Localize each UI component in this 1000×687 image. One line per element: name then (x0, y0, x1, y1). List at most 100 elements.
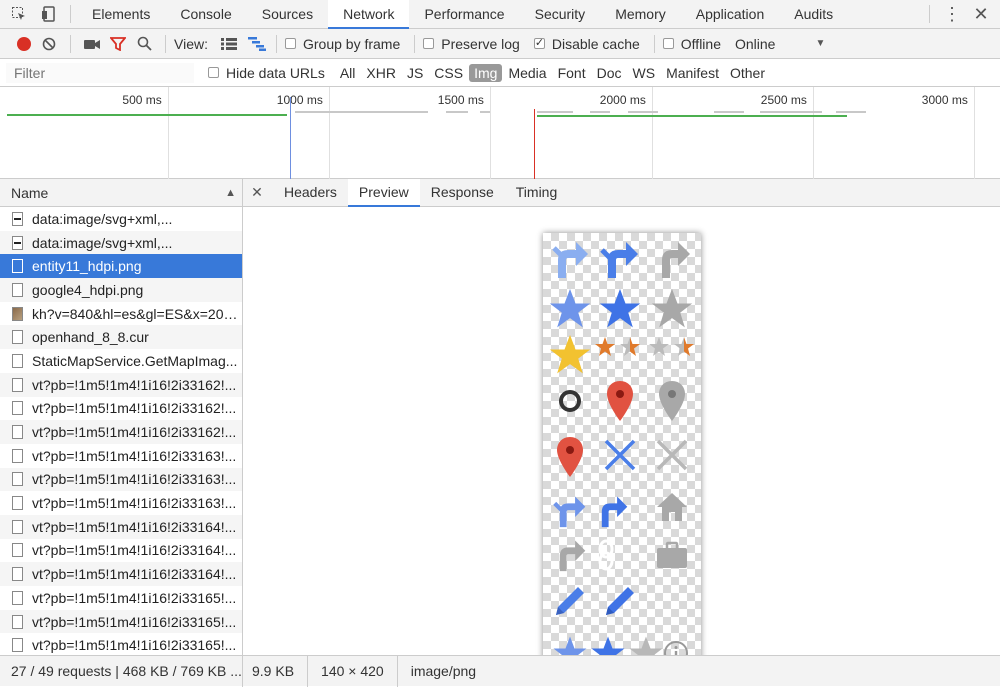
timeline-request-bar (628, 111, 658, 113)
detail-tabs: Headers Preview Response Timing (273, 178, 569, 207)
request-name: vt?pb=!1m5!1m4!1i16!2i33162!... (32, 376, 237, 393)
request-row[interactable]: vt?pb=!1m5!1m4!1i16!2i33162!... (0, 372, 242, 397)
filter-type-other[interactable]: Other (725, 64, 770, 82)
filter-type-img[interactable]: Img (469, 63, 503, 82)
tab-console[interactable]: Console (165, 0, 246, 29)
screenshot-camera-icon[interactable] (79, 29, 105, 59)
disable-cache-checkbox[interactable]: Disable cache (533, 36, 640, 52)
throttling-select[interactable]: Online ▼ (735, 36, 825, 52)
tab-application[interactable]: Application (681, 0, 780, 29)
request-row[interactable]: vt?pb=!1m5!1m4!1i16!2i33162!... (0, 397, 242, 421)
load-event-marker (534, 109, 535, 179)
filter-type-xhr[interactable]: XHR (361, 64, 401, 82)
waterfall-overview-icon[interactable] (246, 29, 268, 59)
timeline-tick-label: 2500 ms (760, 93, 807, 107)
search-icon[interactable] (131, 29, 157, 59)
request-row[interactable]: data:image/svg+xml,... (0, 207, 242, 231)
tab-performance[interactable]: Performance (409, 0, 519, 29)
gold-star-icon (545, 331, 595, 379)
tab-memory[interactable]: Memory (600, 0, 681, 29)
request-row[interactable]: vt?pb=!1m5!1m4!1i16!2i33164!... (0, 539, 242, 563)
request-row[interactable]: vt?pb=!1m5!1m4!1i16!2i33163!... (0, 491, 242, 515)
pencil-icon (545, 577, 595, 625)
request-row[interactable]: kh?v=840&hl=es&gl=ES&x=207... (0, 302, 242, 326)
timeline-gridline (329, 87, 330, 179)
request-name: vt?pb=!1m5!1m4!1i16!2i33162!... (32, 424, 237, 441)
request-row[interactable]: vt?pb=!1m5!1m4!1i16!2i33165!... (0, 633, 242, 655)
tab-security[interactable]: Security (520, 0, 601, 29)
request-grid-header: Name ▲ (0, 179, 243, 207)
clear-icon[interactable] (36, 29, 62, 59)
request-name: openhand_8_8.cur (32, 329, 149, 346)
detail-tab-preview[interactable]: Preview (347, 178, 420, 207)
request-row[interactable]: google4_hdpi.png (0, 278, 242, 302)
record-button[interactable] (12, 29, 36, 59)
panel-tabs: Elements Console Sources Network Performance… (77, 0, 848, 29)
offline-checkbox[interactable]: Offline (662, 36, 721, 52)
sprite-image-preview (543, 233, 701, 655)
close-x-icon (647, 431, 697, 479)
request-row[interactable]: vt?pb=!1m5!1m4!1i16!2i33164!... (0, 562, 242, 586)
status-bar: 27 / 49 requests | 468 KB / 769 KB ... 9… (0, 655, 1000, 687)
group-by-frame-label: Group by frame (302, 35, 401, 52)
filter-type-all[interactable]: All (335, 64, 361, 82)
filter-type-js[interactable]: JS (402, 64, 428, 82)
tab-network[interactable]: Network (328, 0, 410, 29)
close-detail-icon[interactable]: ✕ (243, 179, 271, 207)
filter-type-manifest[interactable]: Manifest (661, 64, 724, 82)
checkbox[interactable] (208, 67, 219, 78)
filter-icon[interactable] (105, 29, 131, 59)
detail-tab-timing[interactable]: Timing (505, 179, 569, 207)
checkbox[interactable] (662, 38, 674, 49)
sort-ascending-icon[interactable]: ▲ (225, 187, 236, 199)
filter-type-css[interactable]: CSS (429, 64, 468, 82)
close-devtools-icon[interactable]: ✕ (966, 0, 996, 29)
request-row[interactable]: StaticMapService.GetMapImag... (0, 349, 242, 373)
tab-sources[interactable]: Sources (247, 0, 328, 29)
divider (414, 34, 416, 53)
inspect-element-icon[interactable] (4, 0, 34, 29)
request-row[interactable]: entity11_hdpi.png (0, 254, 242, 279)
detail-tab-headers[interactable]: Headers (273, 179, 348, 207)
group-by-frame-checkbox[interactable]: Group by frame (284, 35, 401, 52)
checkbox[interactable] (284, 38, 296, 49)
divider (275, 34, 277, 53)
more-options-icon[interactable]: ⋮ (938, 0, 966, 29)
file-icon (12, 235, 23, 250)
detail-tab-response[interactable]: Response (420, 179, 505, 207)
image-dimensions: 140 × 420 (308, 655, 398, 687)
pencil-icon (595, 577, 645, 625)
timeline-request-bar (7, 114, 287, 116)
request-row[interactable]: vt?pb=!1m5!1m4!1i16!2i33163!... (0, 467, 242, 492)
tab-elements[interactable]: Elements (77, 0, 165, 29)
turn-arrow-icon (545, 235, 595, 283)
device-toolbar-icon[interactable] (34, 0, 64, 29)
map-pin-icon (595, 377, 645, 425)
timeline-tick-label: 1500 ms (437, 93, 484, 107)
name-column-header[interactable]: Name (11, 185, 48, 201)
file-icon (12, 211, 23, 226)
filter-input[interactable] (6, 62, 194, 83)
request-name: data:image/svg+xml,... (32, 210, 173, 227)
request-row[interactable]: vt?pb=!1m5!1m4!1i16!2i33165!... (0, 586, 242, 610)
filter-type-font[interactable]: Font (553, 64, 591, 82)
request-row[interactable]: vt?pb=!1m5!1m4!1i16!2i33164!... (0, 514, 242, 539)
timeline-gridline (168, 87, 169, 179)
request-row[interactable]: openhand_8_8.cur (0, 325, 242, 350)
filter-type-ws[interactable]: WS (628, 64, 661, 82)
checkbox-checked[interactable] (533, 36, 545, 49)
network-overview[interactable]: 500 ms 1000 ms 1500 ms 2000 ms 2500 ms 3000 m… (0, 87, 1000, 179)
filter-type-media[interactable]: Media (503, 64, 551, 82)
request-list: data:image/svg+xml,... data:image/svg+xml… (0, 207, 243, 655)
request-row[interactable]: vt?pb=!1m5!1m4!1i16!2i33165!... (0, 609, 242, 634)
checkbox[interactable] (423, 38, 435, 49)
request-row[interactable]: vt?pb=!1m5!1m4!1i16!2i33163!... (0, 444, 242, 468)
preserve-log-checkbox[interactable]: Preserve log (423, 36, 520, 52)
request-name: google4_hdpi.png (32, 281, 144, 298)
large-rows-icon[interactable] (218, 29, 240, 59)
request-row[interactable]: data:image/svg+xml,... (0, 230, 242, 255)
tab-audits[interactable]: Audits (779, 0, 848, 29)
hide-data-urls-checkbox[interactable]: Hide data URLs (208, 65, 325, 81)
filter-type-doc[interactable]: Doc (592, 64, 627, 82)
request-row[interactable]: vt?pb=!1m5!1m4!1i16!2i33162!... (0, 420, 242, 444)
